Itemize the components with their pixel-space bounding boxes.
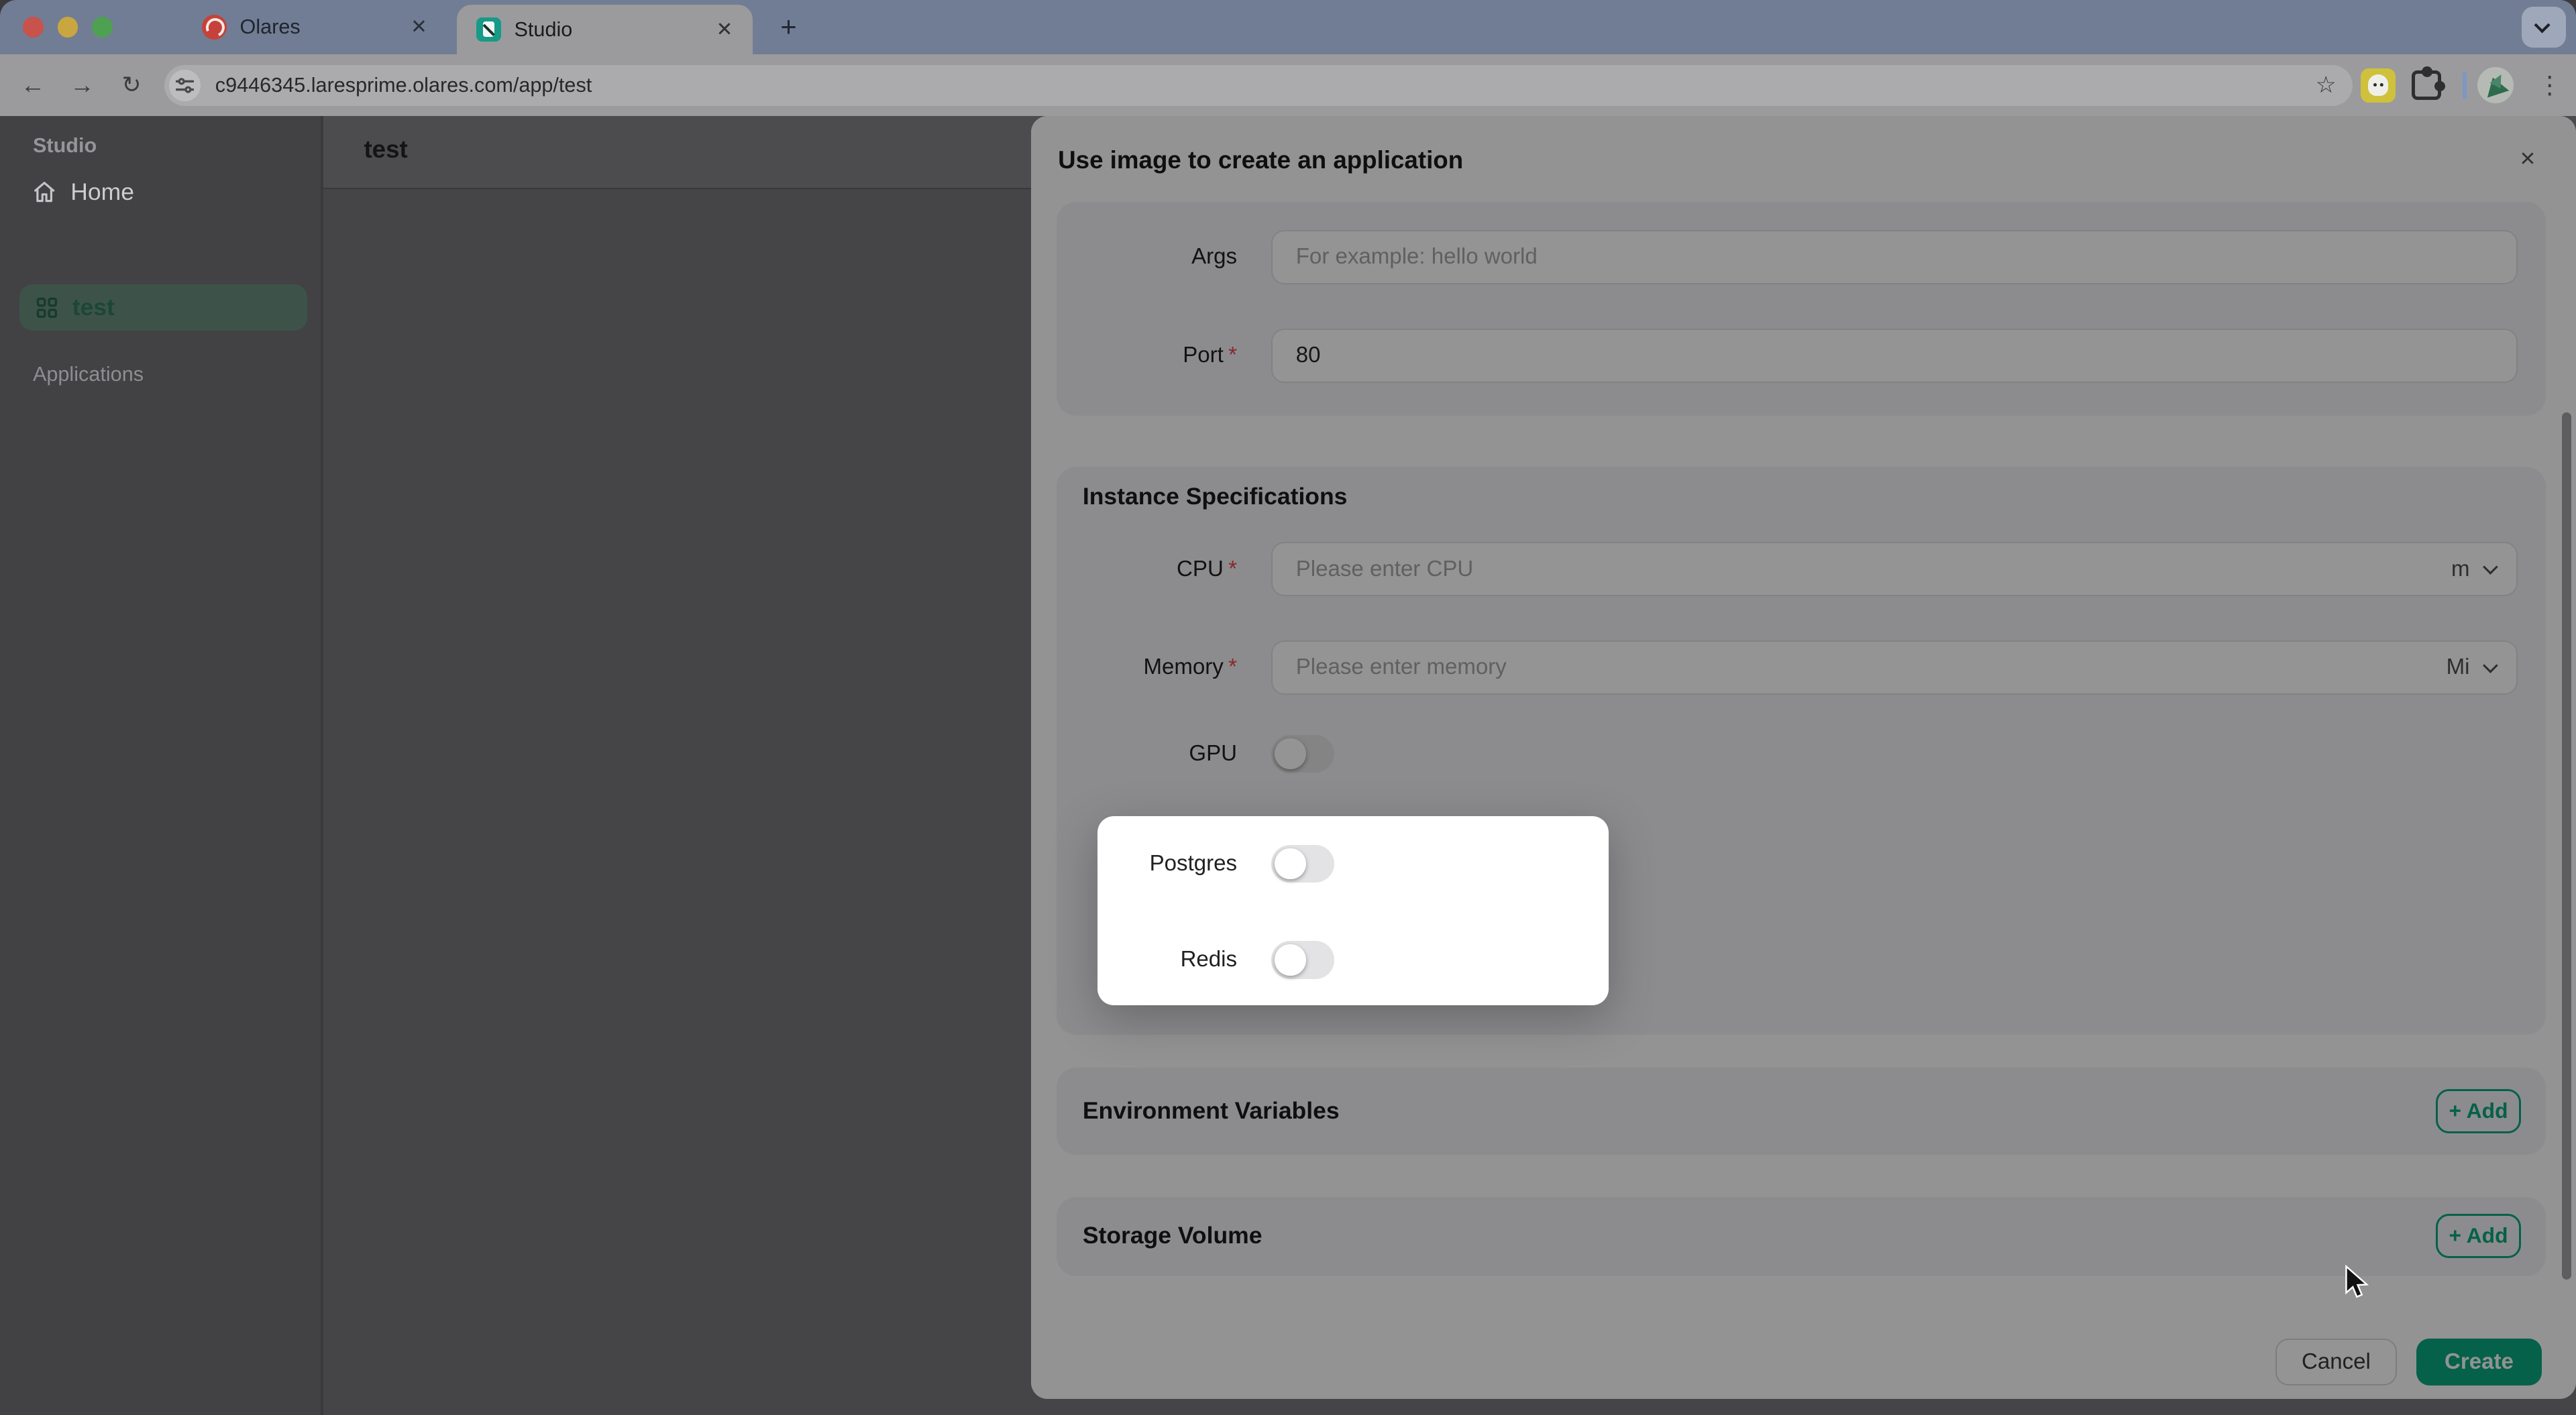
site-settings-icon[interactable] bbox=[169, 70, 201, 101]
sidebar-item-label: test bbox=[72, 294, 115, 321]
grid-icon bbox=[36, 297, 58, 319]
redis-row: Redis bbox=[1097, 941, 1609, 978]
browser-tab-strip: Olares ✕ Studio ✕ + bbox=[0, 0, 2576, 54]
middleware-popup: Postgres Redis bbox=[1097, 816, 1609, 1005]
tab-studio[interactable]: Studio ✕ bbox=[457, 5, 753, 54]
profile-avatar[interactable] bbox=[2477, 67, 2514, 103]
close-window-button[interactable] bbox=[23, 17, 44, 38]
mouse-cursor bbox=[2345, 1265, 2369, 1301]
sidebar-item-label: Home bbox=[70, 178, 134, 206]
postgres-label: Postgres bbox=[1097, 851, 1237, 876]
redis-label: Redis bbox=[1097, 947, 1237, 972]
postgres-row: Postgres bbox=[1097, 845, 1609, 883]
redis-toggle[interactable] bbox=[1271, 941, 1334, 978]
olares-favicon-icon bbox=[202, 15, 227, 40]
sidebar-section-label: Applications bbox=[33, 363, 144, 386]
sidebar-app-title: Studio bbox=[33, 134, 97, 158]
sidebar-item-test[interactable]: test bbox=[19, 284, 307, 331]
toolbar-divider bbox=[2463, 72, 2467, 100]
zoom-window-button[interactable] bbox=[92, 17, 113, 38]
url-text: c9446345.laresprime.olares.com/app/test bbox=[215, 74, 592, 97]
app-sidebar: Studio Home Applications test bbox=[0, 116, 322, 1415]
window-controls bbox=[23, 0, 112, 54]
bookmark-star-icon[interactable]: ☆ bbox=[2316, 74, 2337, 97]
home-icon bbox=[33, 180, 56, 203]
extension-dog-icon[interactable] bbox=[2361, 68, 2395, 103]
browser-menu-icon[interactable]: ⋮ bbox=[2535, 54, 2565, 116]
page-title: test bbox=[364, 135, 407, 164]
sidebar-item-home[interactable]: Home bbox=[0, 171, 322, 214]
reload-icon[interactable]: ↻ bbox=[112, 54, 152, 116]
modal-scrollbar-thumb[interactable] bbox=[2562, 412, 2571, 1280]
back-icon[interactable]: ← bbox=[13, 54, 53, 116]
extensions-puzzle-icon[interactable] bbox=[2412, 70, 2441, 100]
tab-close-icon[interactable]: ✕ bbox=[716, 19, 733, 39]
chevron-down-icon bbox=[2534, 17, 2551, 34]
tab-olares[interactable]: Olares ✕ bbox=[148, 0, 447, 54]
new-tab-button[interactable]: + bbox=[765, 0, 812, 54]
address-bar[interactable]: c9446345.laresprime.olares.com/app/test … bbox=[164, 65, 2353, 106]
minimize-window-button[interactable] bbox=[58, 17, 78, 38]
tab-search-chevron-button[interactable] bbox=[2522, 7, 2566, 48]
tab-close-icon[interactable]: ✕ bbox=[411, 17, 427, 37]
postgres-toggle[interactable] bbox=[1271, 845, 1334, 883]
popup-backdrop-overlay[interactable] bbox=[1031, 116, 2576, 1399]
browser-toolbar: ← → ↻ c9446345.laresprime.olares.com/app… bbox=[0, 54, 2576, 116]
forward-icon[interactable]: → bbox=[62, 54, 102, 116]
tab-label: Olares bbox=[240, 15, 301, 39]
screen: Olares ✕ Studio ✕ + ← → ↻ c9446345.lares… bbox=[0, 0, 2576, 1415]
studio-favicon-icon bbox=[476, 17, 501, 42]
tab-label: Studio bbox=[515, 18, 573, 42]
